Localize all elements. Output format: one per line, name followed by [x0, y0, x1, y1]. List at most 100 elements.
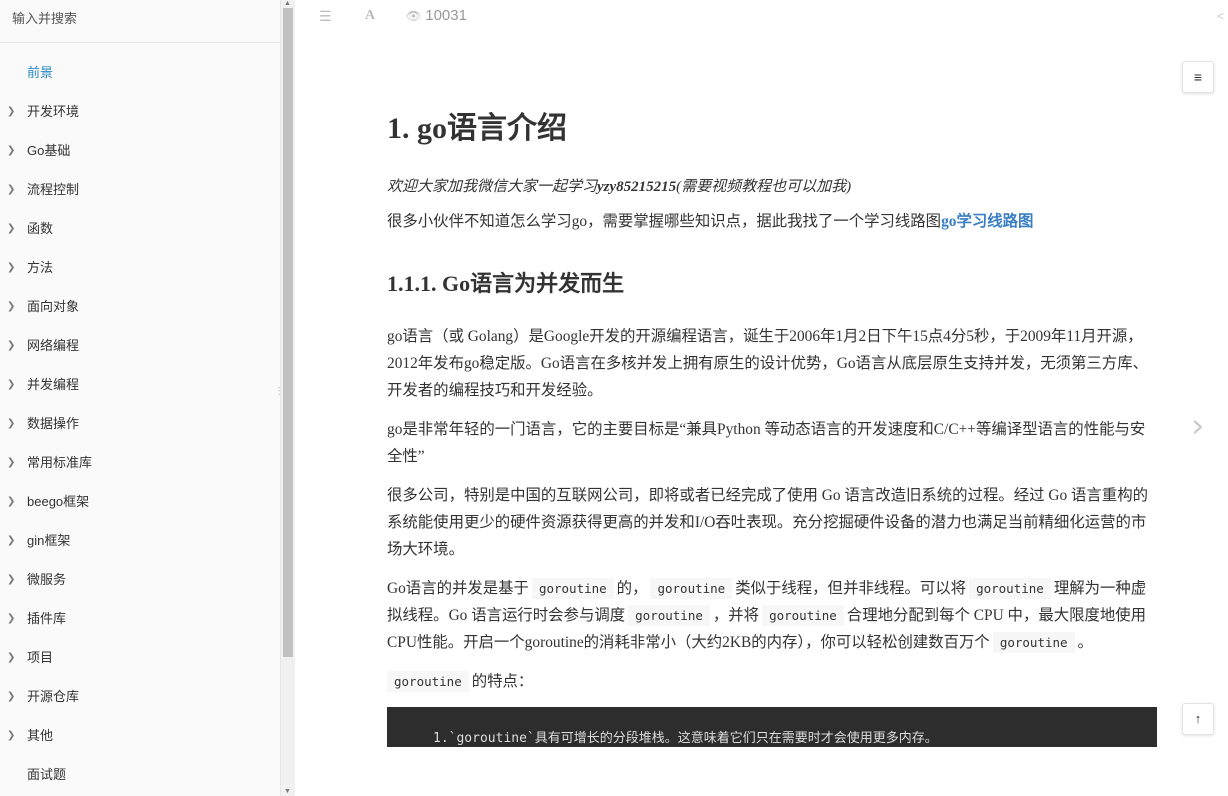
view-count: 👁 10031	[406, 7, 467, 24]
article: 1. go语言介绍 欢迎大家加我微信大家一起学习yzy85215215(需要视频…	[387, 104, 1157, 747]
search-box	[0, 0, 280, 43]
sidebar-item-gin[interactable]: ❯ gin框架	[0, 521, 280, 560]
font-icon[interactable]: A	[365, 8, 375, 24]
scrollbar-thumb[interactable]	[283, 8, 293, 657]
sidebar-item-label: 其他	[27, 728, 54, 743]
chevron-right-icon: ❯	[7, 145, 16, 156]
code-block: 1.`goroutine`具有可增长的分段堆栈。这意味着它们只在需要时才会使用更…	[387, 707, 1157, 747]
paragraph: 很多公司，特别是中国的互联网公司，即将或者已经完成了使用 Go 语言改造旧系统的…	[387, 487, 1148, 558]
sidebar-item-go-basics[interactable]: ❯ Go基础	[0, 131, 280, 170]
intro-line: 欢迎大家加我微信大家一起学习yzy85215215(需要视频教程也可以加我)	[387, 174, 1157, 201]
sidebar-item-label: 流程控制	[27, 182, 80, 197]
sidebar-item-projects[interactable]: ❯ 项目	[0, 638, 280, 677]
sidebar-item-data-ops[interactable]: ❯ 数据操作	[0, 404, 280, 443]
chevron-right-icon: ❯	[7, 340, 16, 351]
arrow-up-icon: ↑	[1194, 711, 1202, 726]
chevron-right-icon: ❯	[7, 418, 16, 429]
sidebar-item-oop[interactable]: ❯ 面向对象	[0, 287, 280, 326]
search-input[interactable]	[12, 9, 268, 27]
p1-text: 很多小伙伴不知道怎么学习go，需要掌握哪些知识点，据此我找了一个学习线路图	[387, 213, 942, 230]
inline-code: goroutine	[992, 632, 1075, 653]
sidebar-item-label: 面向对象	[27, 299, 80, 314]
sidebar-item-label: Go基础	[27, 143, 71, 158]
sidebar-item-flow-control[interactable]: ❯ 流程控制	[0, 170, 280, 209]
sidebar-item-label: 开发环境	[27, 104, 80, 119]
sidebar-item-label: 网络编程	[27, 338, 80, 353]
sidebar-item-plugins[interactable]: ❯ 插件库	[0, 599, 280, 638]
resize-grip-icon[interactable]: ⋮	[274, 387, 280, 402]
paragraph: 很多小伙伴不知道怎么学习go，需要掌握哪些知识点，据此我找了一个学习线路图go学…	[387, 208, 1157, 235]
text: 。	[1077, 634, 1093, 651]
paragraph: goroutine 的特点：	[384, 668, 1157, 695]
sidebar-item-other[interactable]: ❯ 其他	[0, 716, 280, 755]
chevron-right-icon: ❯	[7, 379, 16, 390]
sidebar-item-interview[interactable]: 面试题	[0, 755, 280, 794]
sidebar-item-label: 数据操作	[27, 416, 80, 431]
inline-code: goroutine	[650, 578, 733, 599]
sidebar-item-dev-env[interactable]: ❯ 开发环境	[0, 92, 280, 131]
sidebar-item-network[interactable]: ❯ 网络编程	[0, 326, 280, 365]
scroll-up-icon[interactable]: ▲	[284, 0, 291, 7]
intro-suffix: (需要视频教程也可以加我)	[676, 179, 852, 195]
sidebar-item-前景[interactable]: 前景	[0, 53, 280, 92]
sidebar-item-label: beego框架	[27, 494, 90, 509]
share-icon[interactable]: <	[1217, 9, 1224, 23]
inline-code: goroutine	[969, 578, 1051, 599]
chevron-right-icon: ❯	[7, 184, 16, 195]
sidebar-item-label: 方法	[27, 260, 54, 275]
inline-code: goroutine	[387, 671, 469, 692]
text: 的，	[616, 580, 648, 597]
text: 类似于线程，但并非线程。可以将	[735, 580, 967, 597]
sidebar-item-label: 并发编程	[27, 377, 80, 392]
inline-code: goroutine	[762, 605, 844, 626]
sidebar-item-opensource[interactable]: ❯ 开源仓库	[0, 677, 280, 716]
sidebar-item-functions[interactable]: ❯ 函数	[0, 209, 280, 248]
toc-toggle-button[interactable]: ≡	[1182, 61, 1214, 93]
intro-wechat: yzy85215215	[597, 179, 677, 195]
text: ，并将	[712, 607, 760, 624]
inline-code: goroutine	[531, 578, 614, 599]
text: 的特点：	[471, 673, 534, 690]
sidebar-item-methods[interactable]: ❯ 方法	[0, 248, 280, 287]
sidebar-item-label: 函数	[27, 221, 54, 236]
next-page-icon[interactable]: ›	[1191, 406, 1205, 446]
chevron-right-icon: ❯	[7, 730, 16, 741]
sidebar-item-label: 开源仓库	[27, 689, 80, 704]
sidebar-item-label: gin框架	[27, 533, 71, 548]
inline-code: goroutine	[628, 605, 710, 626]
sidebar-item-concurrency[interactable]: ❯ 并发编程	[0, 365, 280, 404]
menu-icon[interactable]: ☰	[319, 8, 332, 25]
chevron-right-icon: ❯	[7, 652, 16, 663]
eye-icon: 👁	[406, 9, 422, 23]
scroll-down-icon[interactable]: ▼	[284, 788, 291, 795]
sidebar-nav: 前景 ❯ 开发环境 ❯ Go基础 ❯ 流程控制 ❯ 函数 ❯ 方法 ❯ 面向对象 ❯ 网络编程…	[0, 43, 280, 794]
chevron-right-icon: ❯	[7, 613, 16, 624]
text: Go语言的并发是基于	[387, 580, 529, 597]
chevron-right-icon: ❯	[7, 106, 16, 117]
sidebar: 前景 ❯ 开发环境 ❯ Go基础 ❯ 流程控制 ❯ 函数 ❯ 方法 ❯ 面向对象 ❯ 网络编程…	[0, 0, 281, 796]
chevron-right-icon: ❯	[7, 574, 16, 585]
chevron-right-icon: ❯	[7, 691, 16, 702]
sidebar-item-microservices[interactable]: ❯ 微服务	[0, 560, 280, 599]
sidebar-scrollbar[interactable]: ▲ ▼	[281, 0, 295, 796]
sidebar-item-label: 前景	[27, 65, 54, 80]
sidebar-item-label: 微服务	[27, 572, 67, 587]
chevron-right-icon: ❯	[7, 223, 16, 234]
back-to-top-button[interactable]: ↑	[1182, 703, 1214, 735]
chevron-right-icon: ❯	[7, 301, 16, 312]
roadmap-link[interactable]: go学习线路图	[941, 213, 1033, 230]
section-heading: 1.1.1. Go语言为并发而生	[387, 271, 625, 296]
sidebar-item-label: 面试题	[27, 767, 67, 782]
page-title: 1. go语言介绍	[387, 112, 567, 145]
chevron-right-icon: ❯	[7, 535, 16, 546]
chevron-right-icon: ❯	[7, 457, 16, 468]
intro-prefix: 欢迎大家加我微信大家一起学习	[387, 179, 598, 195]
chevron-right-icon: ❯	[7, 262, 16, 273]
view-count-value: 10031	[425, 7, 467, 24]
sidebar-item-beego[interactable]: ❯ beego框架	[0, 482, 280, 521]
sidebar-item-stdlib[interactable]: ❯ 常用标准库	[0, 443, 280, 482]
toolbar: ☰ A 👁 10031 <	[296, 0, 1228, 34]
paragraph: go语言（或 Golang）是Google开发的开源编程语言，诞生于2006年1…	[387, 328, 1148, 399]
sidebar-item-label: 常用标准库	[27, 455, 93, 470]
sidebar-item-label: 插件库	[27, 611, 67, 626]
